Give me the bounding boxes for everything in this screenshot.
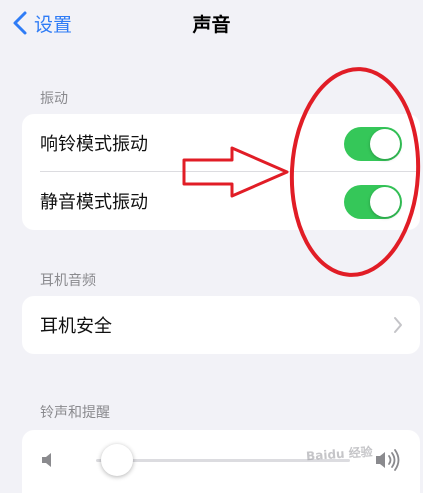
speaker-high-icon bbox=[376, 449, 400, 471]
page-title: 声音 bbox=[192, 14, 231, 36]
chevron-right-icon bbox=[394, 317, 402, 333]
ring-vibration-toggle[interactable] bbox=[344, 127, 402, 161]
row-ring-vibration[interactable]: 响铃模式振动 bbox=[22, 114, 420, 172]
row-label: 响铃模式振动 bbox=[40, 134, 148, 155]
vibration-card: 响铃模式振动 静音模式振动 bbox=[22, 114, 420, 230]
ringtone-card bbox=[22, 430, 420, 493]
toggle-knob bbox=[370, 187, 400, 217]
section-header-headphone-audio: 耳机音频 bbox=[40, 273, 96, 289]
speaker-low-icon bbox=[42, 453, 51, 467]
toggle-knob bbox=[370, 129, 400, 159]
navigation-bar: 设置 声音 bbox=[0, 0, 423, 48]
section-header-vibration: 振动 bbox=[40, 91, 68, 107]
row-silent-vibration[interactable]: 静音模式振动 bbox=[22, 172, 420, 230]
silent-vibration-toggle[interactable] bbox=[344, 185, 402, 219]
row-label: 静音模式振动 bbox=[40, 192, 148, 213]
volume-slider-thumb[interactable] bbox=[100, 444, 133, 476]
section-header-ringtone-alerts: 铃声和提醒 bbox=[40, 405, 110, 421]
row-headphone-safety[interactable]: 耳机安全 bbox=[22, 296, 420, 354]
row-label: 耳机安全 bbox=[40, 316, 112, 337]
headphone-audio-card: 耳机安全 bbox=[22, 296, 420, 354]
